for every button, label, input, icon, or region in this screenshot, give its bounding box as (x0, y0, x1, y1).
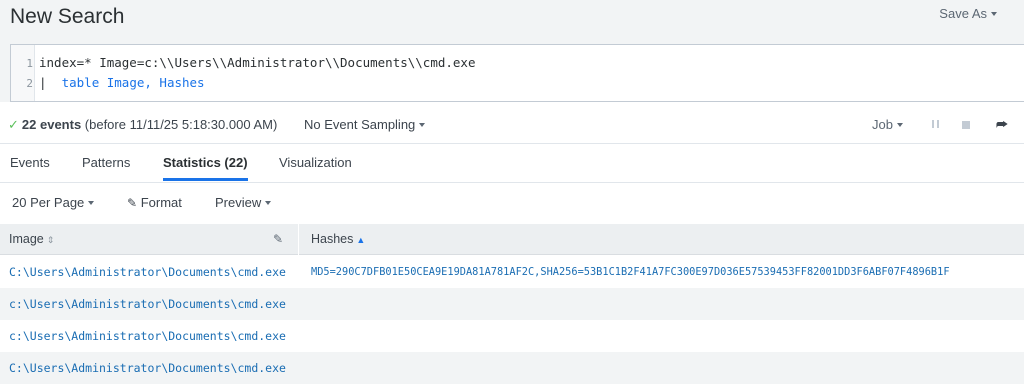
pencil-icon: ✎ (127, 196, 138, 210)
pencil-icon[interactable]: ✎ (273, 232, 283, 246)
search-bar: 1 2 index=* Image=c:\\Users\\Administrat… (0, 44, 1024, 102)
check-icon: ✓ (8, 117, 19, 132)
search-query-line[interactable]: index=* Image=c:\\Users\\Administrator\\… (39, 55, 476, 70)
event-sampling-label: No Event Sampling (304, 117, 416, 132)
search-editor[interactable]: 1 2 index=* Image=c:\\Users\\Administrat… (10, 44, 1024, 102)
header-bar: New Search Save As (0, 0, 1024, 44)
hashes-cell[interactable] (311, 352, 1024, 384)
column-header-hashes[interactable]: Hashes ▲ (311, 224, 365, 255)
image-cell[interactable]: c:\Users\Administrator\Documents\cmd.exe (9, 288, 286, 320)
page-title: New Search (10, 5, 125, 28)
job-label: Job (872, 117, 893, 132)
line-number: 1 (26, 57, 33, 70)
sort-icon: ⇕ (46, 235, 55, 245)
per-page-label: 20 Per Page (12, 195, 85, 210)
table-row: C:\Users\Administrator\Documents\cmd.exe… (0, 256, 1024, 288)
event-count-status: ✓ 22 events (before 11/11/25 5:18:30.000 … (8, 117, 277, 133)
pause-icon[interactable] (928, 117, 944, 133)
table-row: c:\Users\Administrator\Documents\cmd.exe (0, 288, 1024, 320)
preview-dropdown[interactable]: Preview (215, 195, 272, 210)
chevron-down-icon (896, 122, 903, 127)
image-cell[interactable]: c:\Users\Administrator\Documents\cmd.exe (9, 320, 286, 352)
sort-asc-icon: ▲ (356, 235, 366, 245)
format-button[interactable]: ✎ Format (127, 195, 182, 210)
search-query-line[interactable]: | table Image, Hashes (39, 75, 205, 90)
column-label: Hashes (311, 232, 354, 246)
table-row: C:\Users\Administrator\Documents\cmd.exe (0, 352, 1024, 384)
job-menu[interactable]: Job (872, 117, 903, 132)
line-gutter: 1 2 (11, 45, 35, 101)
table-header: Image ⇕ ✎ Hashes ▲ (0, 224, 1024, 255)
column-divider[interactable] (298, 224, 299, 255)
hashes-cell[interactable]: MD5=290C7DFB01E50CEA9E19DA81A781AF2C,SHA… (311, 256, 1024, 288)
job-status-bar: ✓ 22 events (before 11/11/25 5:18:30.000 … (0, 106, 1024, 144)
column-header-image[interactable]: Image ⇕ (9, 224, 54, 255)
chevron-down-icon (265, 200, 272, 205)
results-tabs: Events Patterns Statistics (22) Visualiz… (0, 144, 1024, 183)
pipe-symbol: | (39, 75, 47, 90)
events-time-range: (before 11/11/25 5:18:30.000 AM) (81, 117, 278, 132)
per-page-dropdown[interactable]: 20 Per Page (12, 195, 95, 210)
preview-label: Preview (215, 195, 262, 210)
hashes-cell[interactable] (311, 320, 1024, 352)
tab-visualization[interactable]: Visualization (279, 155, 352, 170)
column-label: Image (9, 232, 44, 246)
save-as-dropdown[interactable]: Save As (939, 6, 997, 21)
results-toolbar: 20 Per Page ✎ Format Preview (0, 184, 1024, 224)
event-sampling-dropdown[interactable]: No Event Sampling (304, 117, 426, 132)
chevron-down-icon (88, 200, 95, 205)
tab-patterns[interactable]: Patterns (82, 155, 130, 170)
chevron-down-icon (991, 11, 997, 16)
tab-events[interactable]: Events (10, 155, 50, 170)
hashes-cell[interactable] (311, 288, 1024, 320)
active-tab-indicator (163, 178, 248, 181)
chevron-down-icon (419, 122, 426, 127)
line-number: 2 (26, 77, 33, 90)
table-row: c:\Users\Administrator\Documents\cmd.exe (0, 320, 1024, 352)
save-as-label: Save As (939, 6, 987, 21)
stop-icon[interactable] (958, 117, 974, 133)
events-count: 22 events (21, 117, 82, 132)
image-cell[interactable]: C:\Users\Administrator\Documents\cmd.exe (9, 256, 286, 288)
format-label: Format (140, 195, 182, 210)
image-cell[interactable]: C:\Users\Administrator\Documents\cmd.exe (9, 352, 286, 384)
tab-statistics[interactable]: Statistics (22) (163, 155, 248, 170)
share-icon[interactable]: ⮫ (994, 117, 1010, 133)
query-command: table Image, Hashes (61, 75, 205, 90)
